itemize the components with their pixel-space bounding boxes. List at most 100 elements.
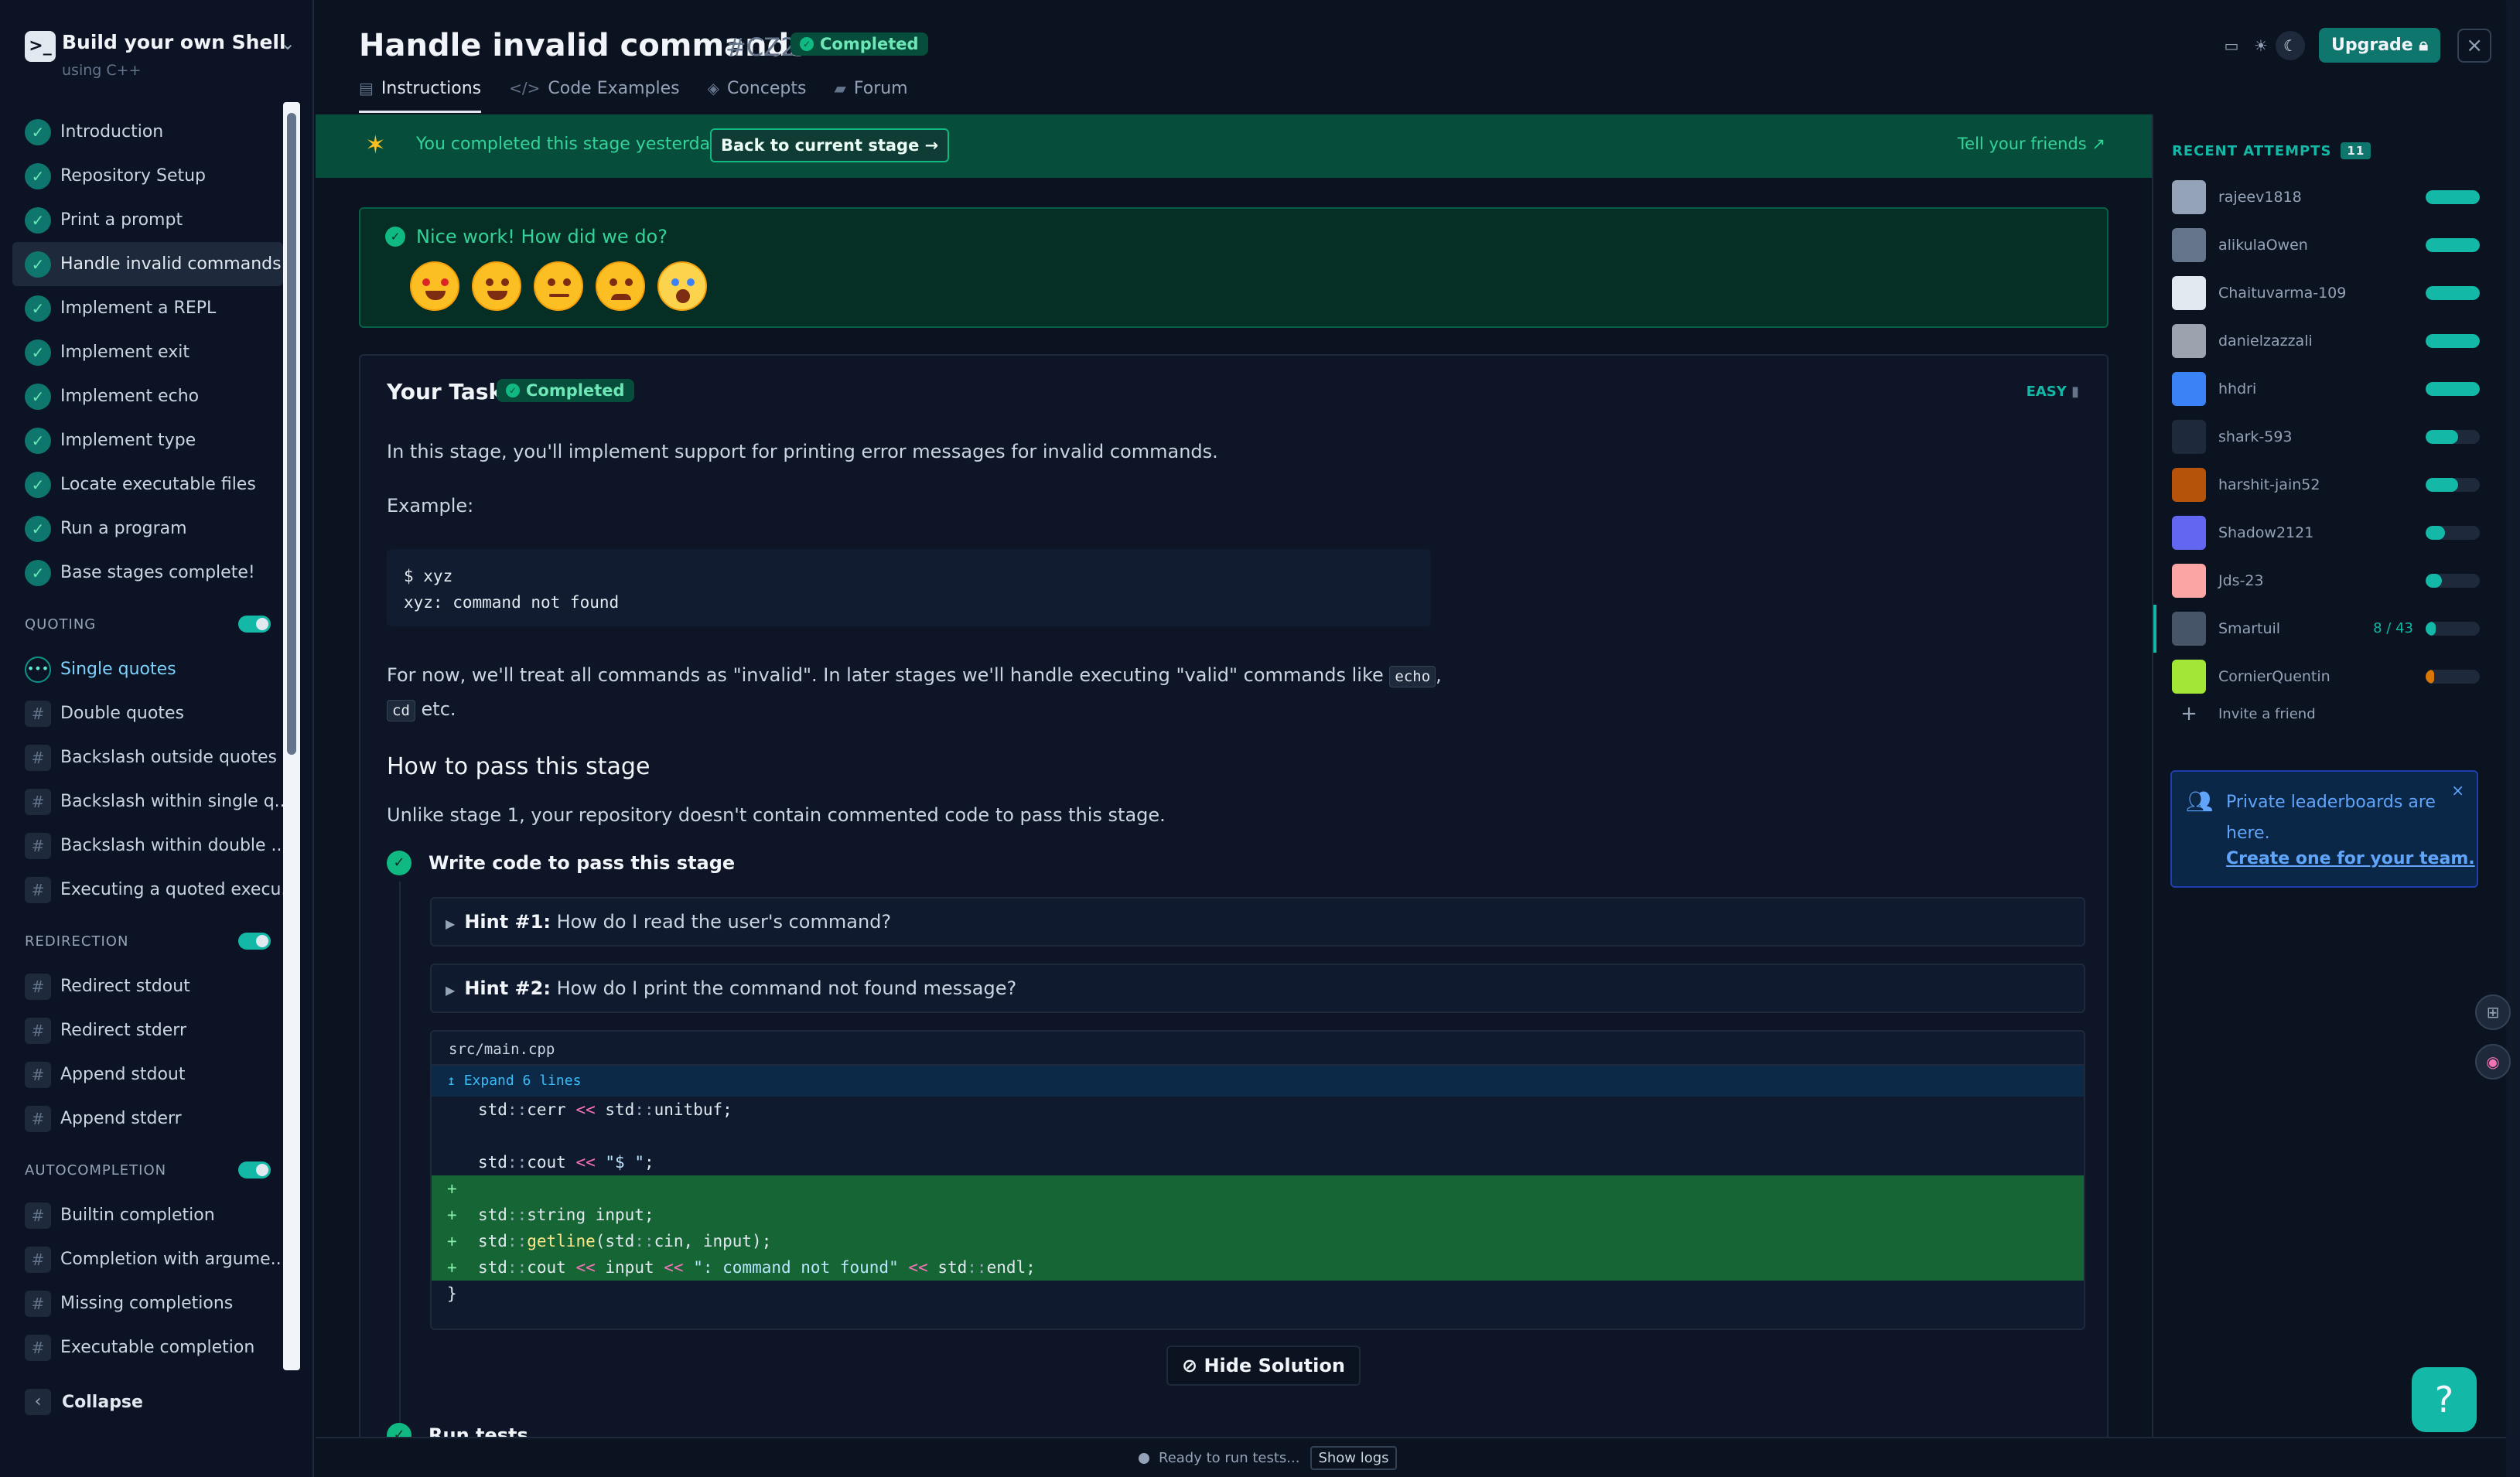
sidebar-stage-item[interactable]: # Backslash within single q... (12, 779, 283, 824)
caret-right-icon: ▶ (446, 983, 456, 998)
sidebar-stage-item[interactable]: ✓ Implement type (12, 418, 283, 462)
step-write-code: ✓ Write code to pass this stage (387, 851, 735, 875)
attempt-row[interactable]: Jds-23 (2172, 557, 2480, 605)
diff-line-added: + std::cout << input << ": command not fo… (432, 1254, 2084, 1281)
sidebar-stage-item[interactable]: # Append stderr (12, 1097, 283, 1141)
sidebar-stage-item[interactable]: # Backslash within double ... (12, 824, 283, 868)
stage-label: Append stderr (60, 1109, 182, 1128)
sidebar-stage-item[interactable]: ✓ Implement echo (12, 374, 283, 418)
close-icon[interactable]: × (2451, 781, 2464, 800)
sidebar-scrollbar-thumb[interactable] (287, 113, 296, 755)
sidebar-stage-item[interactable]: ✓ Repository Setup (12, 154, 283, 198)
lock-icon: 🔒︎ (2419, 36, 2429, 55)
sidebar-stage-item[interactable]: # Redirect stderr (12, 1008, 283, 1052)
tab-code-examples[interactable]: </> Code Examples (509, 76, 680, 113)
inline-code-echo: echo (1389, 666, 1436, 687)
hash-icon: # (25, 744, 51, 771)
attempt-row[interactable]: CornierQuentin (2172, 653, 2480, 701)
grid-icon[interactable]: ⊞ (2475, 994, 2511, 1030)
show-logs-button[interactable]: Show logs (1310, 1446, 1397, 1470)
recent-attempts-title: RECENT ATTEMPTS (2172, 142, 2332, 159)
hint-2[interactable]: ▶ Hint #2: How do I print the command not… (430, 964, 2085, 1013)
sidebar-stage-item[interactable]: ✓ Locate executable files (12, 462, 283, 507)
expand-lines-button[interactable]: ↥ Expand 6 lines (432, 1066, 2084, 1097)
sidebar-stage-item[interactable]: ✓ Run a program (12, 507, 283, 551)
attempt-row[interactable]: rajeev1818 (2172, 173, 2480, 221)
tab-instructions[interactable]: ▤ Instructions (359, 76, 482, 113)
signal-bars-icon: ▮ (2071, 384, 2079, 400)
attempt-username: CornierQuentin (2218, 668, 2330, 685)
sun-icon[interactable]: ☀ (2246, 31, 2276, 60)
frowning-emoji-icon[interactable] (596, 261, 645, 311)
sidebar-stage-item[interactable]: ✓ Base stages complete! (12, 551, 283, 595)
attempt-row[interactable]: Chaituvarma-109 (2172, 269, 2480, 317)
tab-forum[interactable]: ▰ Forum (834, 76, 907, 113)
attempt-row[interactable]: Smartuil 8 / 43 (2172, 605, 2480, 653)
chevron-down-icon[interactable]: ⌄ (280, 32, 295, 54)
monitor-icon[interactable]: ▭ (2217, 31, 2246, 60)
sidebar-stage-item[interactable]: ••• Single quotes (12, 647, 283, 691)
sidebar-stage-item[interactable]: # Redirect stdout (12, 964, 283, 1008)
moon-icon[interactable]: ☾ (2276, 30, 2305, 60)
sidebar-stage-item[interactable]: ✓ Handle invalid commands (12, 242, 283, 286)
attempt-row[interactable]: Shadow2121 (2172, 509, 2480, 557)
tell-friends-link[interactable]: Tell your friends ↗ (1958, 135, 2105, 153)
sidebar-stage-item[interactable]: # Backslash outside quotes (12, 735, 283, 779)
sidebar-stage-item[interactable]: # Executing a quoted execu... (12, 868, 283, 912)
stage-label: Handle invalid commands (60, 254, 282, 274)
step-connector (399, 882, 401, 1454)
sidebar-stage-item[interactable]: # Executable completion (12, 1325, 283, 1370)
stage-label: Backslash within single q... (60, 792, 283, 811)
invite-friend-button[interactable]: + Invite a friend (2172, 702, 2316, 725)
upgrade-button[interactable]: Upgrade 🔒︎ (2319, 28, 2441, 63)
attempt-row[interactable]: alikulaOwen (2172, 221, 2480, 269)
progress-bar (2426, 382, 2480, 396)
extension-toggle[interactable] (238, 933, 271, 950)
sidebar-stage-item[interactable]: # Append stdout (12, 1052, 283, 1097)
heart-eyes-emoji-icon[interactable] (410, 261, 459, 311)
collapse-button[interactable]: ‹ Collapse (25, 1389, 143, 1415)
users-icon: 👥︎ (2186, 789, 2214, 814)
tab-concepts[interactable]: ◈ Concepts (708, 76, 807, 113)
hash-icon: # (25, 1334, 51, 1361)
sidebar-stage-item[interactable]: # Builtin completion (12, 1193, 283, 1237)
sidebar-stage-item[interactable]: # Missing completions (12, 1281, 283, 1325)
sidebar-stage-item[interactable]: # Double quotes (12, 691, 283, 735)
hint-1[interactable]: ▶ Hint #1: How do I read the user's comma… (430, 897, 2085, 947)
attempt-row[interactable]: shark-593 (2172, 413, 2480, 461)
progress-bar (2426, 670, 2480, 684)
neutral-emoji-icon[interactable] (534, 261, 583, 311)
eye-off-icon: ⊘ (1182, 1355, 1198, 1376)
page-scrollbar-thumb[interactable] (2509, 0, 2517, 1438)
avatar (2172, 660, 2206, 694)
progress-bar (2426, 334, 2480, 348)
sidebar-stage-item[interactable]: ✓ Print a prompt (12, 198, 283, 242)
stage-label: Builtin completion (60, 1206, 215, 1225)
extension-icon[interactable]: ◉ (2475, 1044, 2511, 1080)
stage-label: Executable completion (60, 1338, 255, 1357)
crying-emoji-icon[interactable] (657, 261, 707, 311)
progress-bar-fill (2426, 670, 2434, 684)
close-icon[interactable]: × (2457, 28, 2492, 63)
sidebar-stage-item[interactable]: # Completion with argume... (12, 1237, 283, 1281)
sidebar-stage-item[interactable]: ✓ Implement a REPL (12, 286, 283, 330)
attempt-username: Shadow2121 (2218, 524, 2314, 541)
example-code-block: $ xyz xyz: command not found (387, 549, 1431, 626)
sidebar-stage-item[interactable]: ✓ Implement exit (12, 330, 283, 374)
attempt-row[interactable]: harshit-jain52 (2172, 461, 2480, 509)
sidebar-stage-item[interactable]: ✓ Introduction (12, 110, 283, 154)
course-header[interactable]: >_ Build your own Shell using C++ ⌄ (25, 28, 303, 82)
attempt-row[interactable]: hhdri (2172, 365, 2480, 413)
hide-solution-button[interactable]: ⊘ Hide Solution (1166, 1346, 1361, 1386)
extension-toggle[interactable] (238, 1161, 271, 1179)
extension-toggle[interactable] (238, 616, 271, 633)
hash-icon: # (25, 1202, 51, 1229)
hash-icon: # (25, 1017, 51, 1044)
help-button[interactable]: ? (2412, 1367, 2477, 1432)
create-leaderboard-link[interactable]: Create one for your team. (2226, 849, 2475, 868)
back-to-current-stage-button[interactable]: Back to current stage → (710, 128, 950, 162)
grinning-emoji-icon[interactable] (472, 261, 521, 311)
hash-icon: # (25, 1246, 51, 1273)
attempt-row[interactable]: danielzazzali (2172, 317, 2480, 365)
attempt-username: danielzazzali (2218, 333, 2313, 350)
